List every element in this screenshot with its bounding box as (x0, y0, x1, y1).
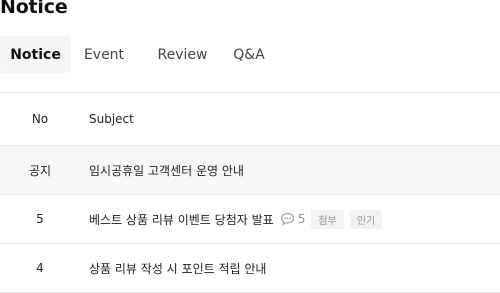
tag-attachment: 첨부 (311, 209, 344, 229)
page-title: Notice (0, 0, 68, 18)
tab-notice-label: Notice (10, 46, 61, 63)
row-subject-text: 베스트 상품 리뷰 이벤트 당첨자 발표 (89, 212, 274, 227)
speech-bubble-icon (280, 212, 294, 226)
tab-notice[interactable]: Notice (0, 36, 71, 73)
tab-review-label: Review (157, 46, 208, 63)
row-subject-link[interactable]: 상품 리뷰 작성 시 포인트 적립 안내 (89, 260, 266, 277)
board-tabs: Notice Event Review Q&A (0, 36, 269, 73)
table-row-pinned[interactable]: 공지 임시공휴일 고객센터 운영 안내 (0, 146, 500, 195)
table-header-row: No Subject (0, 93, 500, 146)
table-row[interactable]: 5 베스트 상품 리뷰 이벤트 당첨자 발표 5 첨부 인기 (0, 195, 500, 244)
tab-event[interactable]: Event (71, 36, 137, 73)
row-subject-text: 임시공휴일 고객센터 운영 안내 (89, 163, 244, 178)
tab-qa[interactable]: Q&A (229, 36, 269, 73)
row-number: 4 (36, 261, 44, 275)
notice-board-table: No Subject 공지 임시공휴일 고객센터 운영 안내 5 베스트 상품 … (0, 92, 500, 293)
tab-qa-label: Q&A (233, 46, 265, 63)
row-subject-text: 상품 리뷰 작성 시 포인트 적립 안내 (89, 261, 267, 276)
tab-review[interactable]: Review (145, 36, 220, 73)
tag-popular: 인기 (349, 209, 383, 229)
comment-count-value: 5 (297, 212, 306, 226)
row-number: 공지 (28, 163, 52, 178)
row-subject-link[interactable]: 임시공휴일 고객센터 운영 안내 (89, 162, 244, 179)
row-subject-link[interactable]: 베스트 상품 리뷰 이벤트 당첨자 발표 5 첨부 인기 (89, 209, 383, 229)
tab-event-label: Event (83, 46, 125, 63)
table-row[interactable]: 4 상품 리뷰 작성 시 포인트 적립 안내 (0, 244, 500, 293)
column-header-subject: Subject (89, 112, 134, 126)
comment-count: 5 (280, 212, 306, 226)
row-number: 5 (36, 212, 44, 226)
column-header-no: No (31, 112, 49, 126)
